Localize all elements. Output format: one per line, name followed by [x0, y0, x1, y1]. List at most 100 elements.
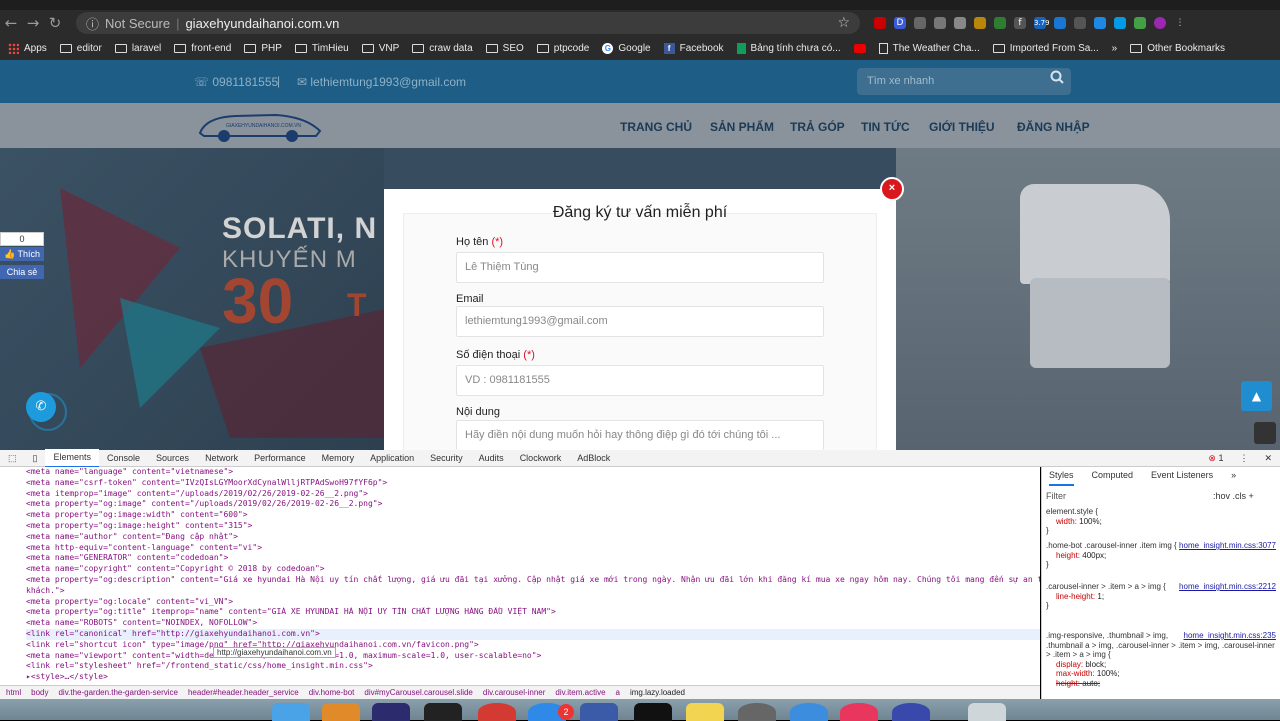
- styles-filter-options[interactable]: :hov .cls +: [1213, 491, 1254, 501]
- fb-like-button[interactable]: 👍 Thích: [0, 247, 44, 261]
- extension-badge[interactable]: 3.79: [1034, 17, 1050, 29]
- dom-line[interactable]: <meta property="og:title" itemprop="name…: [26, 607, 1040, 618]
- site-logo[interactable]: GIAXEHYUNDAIHANOI.COM.VN: [196, 109, 324, 143]
- bookmark-sheets[interactable]: Bảng tính chưa có...: [736, 42, 841, 54]
- bookmark-apps[interactable]: Apps: [8, 42, 47, 54]
- crumb[interactable]: body: [31, 686, 48, 699]
- fb-share-button[interactable]: Chia sẻ: [0, 265, 44, 279]
- dom-line[interactable]: <meta name="ROBOTS" content="NOINDEX, NO…: [26, 618, 1040, 629]
- dom-line[interactable]: khách.">: [26, 586, 1040, 597]
- extension-icon[interactable]: [974, 17, 986, 29]
- extension-icon[interactable]: [874, 17, 886, 29]
- terminal-dock-icon[interactable]: [424, 703, 462, 721]
- dom-line[interactable]: <meta itemprop="image" content="/uploads…: [26, 489, 1040, 500]
- extension-icon[interactable]: [954, 17, 966, 29]
- trash-dock-icon[interactable]: [968, 703, 1006, 721]
- devtools-close-icon[interactable]: ✕: [1256, 450, 1280, 467]
- tab-event-listeners[interactable]: Event Listeners: [1151, 470, 1213, 486]
- error-count[interactable]: ⊗ 1: [1200, 450, 1231, 467]
- extension-icon[interactable]: [1114, 17, 1126, 29]
- address-bar[interactable]: ⓘ Not Secure | giaxehyundaihanoi.com.vn …: [76, 12, 860, 34]
- styles-tabs-overflow[interactable]: »: [1231, 470, 1236, 486]
- tab-adblock[interactable]: AdBlock: [569, 450, 618, 467]
- bookmark-folder[interactable]: Imported From Sa...: [992, 43, 1099, 54]
- crumb-current[interactable]: img.lazy.loaded: [630, 686, 685, 699]
- tab-sources[interactable]: Sources: [148, 450, 197, 467]
- dom-line[interactable]: <meta property="og:image:width" content=…: [26, 510, 1040, 521]
- tab-styles[interactable]: Styles: [1049, 470, 1074, 486]
- bookmark-folder[interactable]: VNP: [361, 43, 399, 54]
- bookmark-folder[interactable]: ptpcode: [536, 43, 589, 54]
- app-dock-icon[interactable]: [892, 703, 930, 721]
- dom-line[interactable]: <meta name="copyright" content="Copyrigh…: [26, 564, 1040, 575]
- dom-line[interactable]: <meta property="og:image" content="/uplo…: [26, 499, 1040, 510]
- menu-about[interactable]: GIỚI THIỆU: [929, 120, 995, 134]
- menu-news[interactable]: TIN TỨC: [861, 120, 910, 134]
- crumb[interactable]: div.item.active: [555, 686, 605, 699]
- crumb[interactable]: div.carousel-inner: [483, 686, 546, 699]
- tab-security[interactable]: Security: [422, 450, 471, 467]
- notes-dock-icon[interactable]: [686, 703, 724, 721]
- forward-icon[interactable]: →: [22, 14, 44, 32]
- dom-line[interactable]: <meta property="og:locale" content="vi_V…: [26, 597, 1040, 608]
- dom-line[interactable]: <meta name="viewport" content="width=dev…: [26, 651, 1040, 662]
- other-bookmarks[interactable]: Other Bookmarks: [1130, 43, 1225, 54]
- tab-network[interactable]: Network: [197, 450, 246, 467]
- crumb[interactable]: div#myCarousel.carousel.slide: [364, 686, 473, 699]
- crumb[interactable]: a: [616, 686, 620, 699]
- crumb[interactable]: div.home-bot: [309, 686, 355, 699]
- bookmark-folder[interactable]: laravel: [114, 43, 161, 54]
- call-phone-icon[interactable]: ✆: [26, 392, 56, 422]
- scroll-to-top-button[interactable]: ▲: [1241, 381, 1272, 411]
- tab-application[interactable]: Application: [362, 450, 422, 467]
- extension-icon[interactable]: D: [894, 17, 906, 29]
- extension-icon[interactable]: [1094, 17, 1106, 29]
- dom-line[interactable]: <meta name="GENERATOR" content="codedoan…: [26, 553, 1040, 564]
- extension-icon[interactable]: [934, 17, 946, 29]
- dom-line[interactable]: <link rel="shortcut icon" type="image/pn…: [26, 640, 1040, 651]
- bookmark-folder[interactable]: craw data: [412, 43, 473, 54]
- bookmark-folder[interactable]: front-end: [174, 43, 231, 54]
- bookmark-youtube[interactable]: [853, 43, 866, 53]
- profile-avatar[interactable]: [1154, 17, 1166, 29]
- app-dock-icon[interactable]: [478, 703, 516, 721]
- terminal-dock-icon[interactable]: [634, 703, 672, 721]
- tab-console[interactable]: Console: [99, 450, 148, 467]
- dom-line[interactable]: <meta property="og:description" content=…: [26, 575, 1040, 586]
- url-text[interactable]: giaxehyundaihanoi.com.vn: [185, 16, 831, 31]
- app-dock-icon[interactable]: [738, 703, 776, 721]
- back-icon[interactable]: ←: [0, 14, 22, 32]
- crumb[interactable]: html: [6, 686, 21, 699]
- crumb[interactable]: div.the-garden.the-garden-service: [58, 686, 177, 699]
- topbar-email[interactable]: ✉ lethiemtung1993@gmail.com: [297, 75, 466, 89]
- device-toggle-icon[interactable]: [1254, 422, 1276, 444]
- bookmark-folder[interactable]: SEO: [485, 43, 524, 54]
- tab-performance[interactable]: Performance: [246, 450, 314, 467]
- bookmark-folder[interactable]: PHP: [244, 43, 282, 54]
- bookmark-weather[interactable]: The Weather Cha...: [878, 42, 980, 54]
- extension-icon[interactable]: [1054, 17, 1066, 29]
- email-input[interactable]: lethiemtung1993@gmail.com: [456, 306, 824, 337]
- extension-icon[interactable]: f: [1014, 17, 1026, 29]
- bookmark-google[interactable]: G Google: [602, 42, 651, 54]
- dom-line[interactable]: <meta name="author" content="Đang cập nh…: [26, 532, 1040, 543]
- tab-audits[interactable]: Audits: [471, 450, 512, 467]
- dom-line[interactable]: <meta http-equiv="content-language" cont…: [26, 543, 1040, 554]
- dom-line[interactable]: <meta name="language" content="vietnames…: [26, 467, 1040, 478]
- device-mode-icon[interactable]: ▯: [25, 450, 46, 467]
- bookmarks-overflow[interactable]: »: [1112, 43, 1118, 54]
- extension-icon[interactable]: [1134, 17, 1146, 29]
- reload-icon[interactable]: ↻: [44, 14, 66, 32]
- devtools-menu-icon[interactable]: ⋮: [1231, 450, 1256, 467]
- dom-line[interactable]: ▸<style>…</style>: [26, 672, 1040, 683]
- bookmark-star-icon[interactable]: ☆: [837, 15, 850, 31]
- bookmark-folder[interactable]: TimHieu: [294, 43, 349, 54]
- menu-products[interactable]: SẢN PHẨM: [710, 120, 774, 134]
- tab-memory[interactable]: Memory: [314, 450, 363, 467]
- topbar-phone[interactable]: ☏ 0981181555: [194, 75, 278, 89]
- dom-line[interactable]: <link rel="stylesheet" href="/frontend_s…: [26, 661, 1040, 672]
- styles-filter-input[interactable]: Filter: [1046, 491, 1066, 501]
- bookmark-folder[interactable]: editor: [59, 43, 102, 54]
- app-dock-icon[interactable]: [322, 703, 360, 721]
- inspect-icon[interactable]: ⬚: [0, 450, 25, 467]
